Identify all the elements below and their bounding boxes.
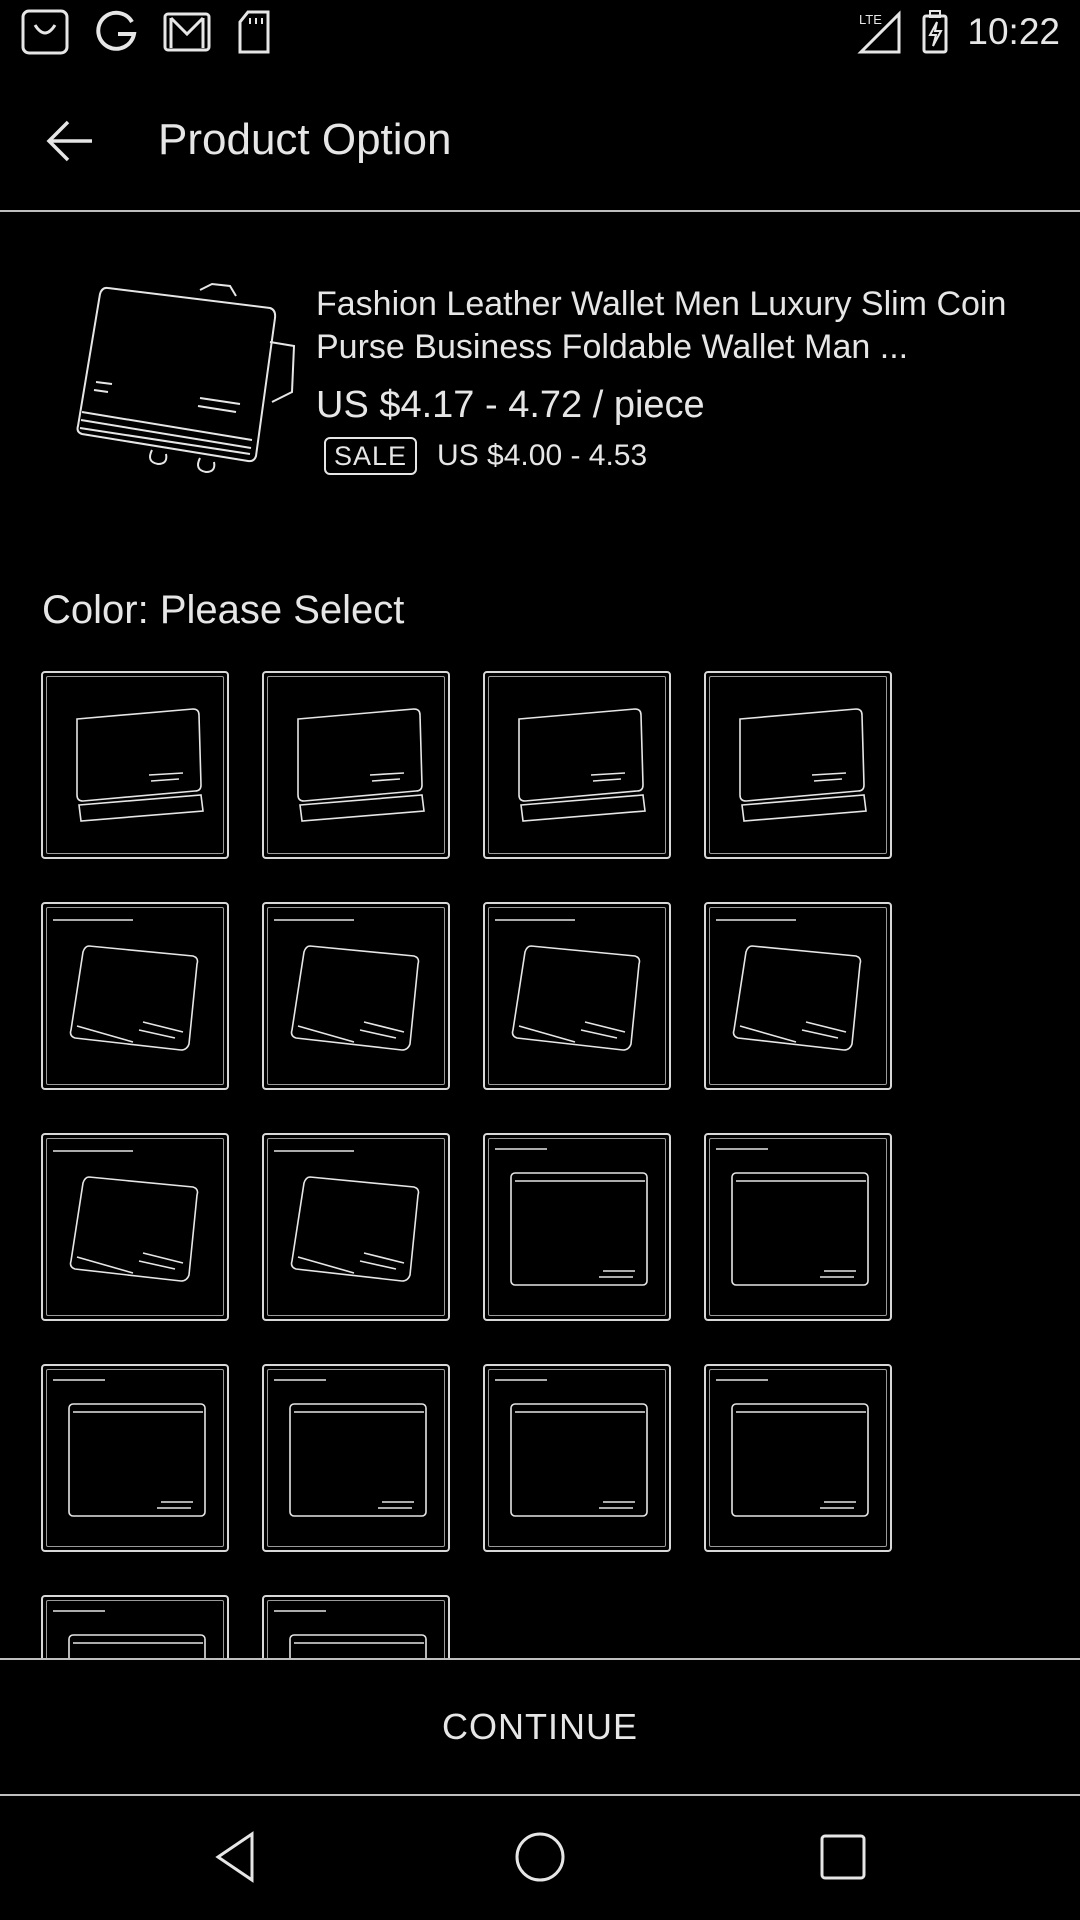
nav-recents-icon: [820, 1834, 866, 1880]
nav-home-icon: [515, 1832, 565, 1882]
svg-text:LTE: LTE: [859, 12, 882, 27]
nav-back-button[interactable]: [204, 1824, 270, 1890]
color-swatch[interactable]: [704, 671, 892, 859]
color-swatch[interactable]: [41, 1595, 229, 1658]
color-swatch-list[interactable]: [0, 660, 1080, 1658]
continue-button[interactable]: CONTINUE: [0, 1660, 1080, 1794]
color-swatch[interactable]: [262, 902, 450, 1090]
status-bar: LTE 10:22: [0, 0, 1080, 64]
wallet-thumbnail: [518, 708, 646, 822]
back-button[interactable]: [40, 108, 106, 174]
color-swatch[interactable]: [483, 671, 671, 859]
color-swatch[interactable]: [41, 1364, 229, 1552]
status-time: 10:22: [967, 11, 1060, 52]
wallet-thumbnail: [274, 919, 420, 1051]
wallet-thumbnail: [274, 1150, 420, 1282]
battery-charging-icon: [921, 8, 949, 56]
price-range: US $4.17 - 4.72 / piece: [316, 384, 705, 426]
navigation-bar: [0, 1794, 1080, 1920]
wallet-thumbnail: [716, 1148, 869, 1286]
sale-row: SALE US $4.00 - 4.53: [324, 436, 647, 476]
product-title: Fashion Leather Wallet Men Luxury Slim C…: [316, 285, 1007, 366]
google-icon: [94, 8, 138, 56]
wallet-thumbnail: [495, 1148, 648, 1286]
notification-icons: [20, 8, 272, 56]
nav-back-icon: [215, 1831, 254, 1883]
app-bar: Product Option: [0, 70, 1080, 212]
wallet-thumbnail: [274, 1610, 427, 1658]
color-swatch[interactable]: [483, 1133, 671, 1321]
wallet-thumbnail: [297, 708, 425, 822]
wallet-thumbnail: [53, 1610, 206, 1658]
shopping-bag-icon: [20, 8, 70, 56]
color-swatch[interactable]: [704, 1133, 892, 1321]
footer-bar: CONTINUE: [0, 1658, 1080, 1796]
sale-price: US $4.00 - 4.53: [437, 439, 648, 472]
color-swatch[interactable]: [41, 671, 229, 859]
wallet-thumbnail: [495, 1379, 648, 1517]
color-swatch[interactable]: [483, 902, 671, 1090]
page-title: Product Option: [158, 115, 452, 164]
color-swatch[interactable]: [704, 902, 892, 1090]
product-image: [72, 282, 302, 482]
sale-badge: SALE: [324, 437, 418, 475]
system-status: LTE 10:22: [857, 8, 1060, 56]
color-swatch[interactable]: [41, 902, 229, 1090]
nav-home-button[interactable]: [507, 1824, 573, 1890]
sd-card-icon: [236, 8, 272, 56]
wallet-thumbnail: [53, 1379, 206, 1517]
lte-signal-icon: LTE: [857, 8, 903, 56]
color-swatch[interactable]: [483, 1364, 671, 1552]
color-swatch[interactable]: [704, 1364, 892, 1552]
wallet-thumbnail: [76, 708, 204, 822]
wallet-thumbnail: [739, 708, 867, 822]
color-option-label: Color: Please Select: [42, 588, 405, 632]
color-swatch[interactable]: [262, 1364, 450, 1552]
arrow-back-icon: [46, 120, 92, 162]
color-swatch[interactable]: [262, 671, 450, 859]
gmail-icon: [162, 8, 212, 56]
wallet-thumbnail: [495, 919, 641, 1051]
wallet-thumbnail: [716, 919, 862, 1051]
color-swatch[interactable]: [262, 1133, 450, 1321]
wallet-thumbnail: [53, 919, 199, 1051]
wallet-thumbnail: [716, 1379, 869, 1517]
wallet-thumbnail: [274, 1379, 427, 1517]
nav-recents-button[interactable]: [810, 1824, 876, 1890]
color-swatch[interactable]: [262, 1595, 450, 1658]
color-swatch[interactable]: [41, 1133, 229, 1321]
wallet-thumbnail: [53, 1150, 199, 1282]
